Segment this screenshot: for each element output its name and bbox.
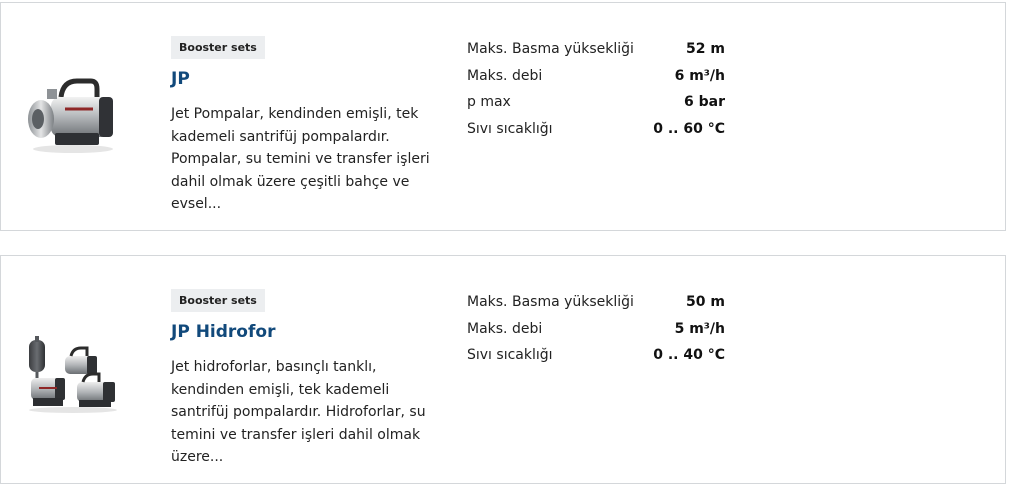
product-title[interactable]: JP [171, 69, 190, 89]
spec-label: Maks. debi [467, 67, 543, 84]
single-jet-pump-icon [28, 78, 113, 153]
spec-label: Sıvı sıcaklığı [467, 347, 553, 363]
spec-list: Maks. Basma yüksekliği 52 m Maks. debi 6… [467, 36, 725, 142]
spec-value: 0 .. 40 °C [653, 347, 725, 363]
spec-label: p max [467, 94, 511, 110]
spec-value: 52 m [686, 41, 725, 57]
booster-set-with-tank-icon [29, 336, 117, 413]
spec-value: 0 .. 60 °C [653, 120, 725, 137]
spec-row: Maks. Basma yüksekliği 52 m [467, 36, 725, 63]
jet-pump-image[interactable] [25, 75, 121, 155]
spec-label: Maks. Basma yüksekliği [467, 41, 634, 57]
spec-row: Sıvı sıcaklığı 0 .. 60 °C [467, 116, 725, 143]
spec-row: Sıvı sıcaklığı 0 .. 40 °C [467, 342, 725, 369]
spec-value: 6 bar [684, 94, 725, 110]
spec-value: 50 m [686, 294, 725, 310]
spec-value: 5 m³/h [674, 320, 725, 337]
spec-value: 6 m³/h [674, 67, 725, 84]
product-card-jp-hidrofor[interactable]: Booster sets JP Hidrofor Jet hidroforlar… [0, 255, 1006, 484]
spec-label: Sıvı sıcaklığı [467, 120, 553, 137]
spec-row: Maks. Basma yüksekliği 50 m [467, 289, 725, 316]
category-badge: Booster sets [171, 36, 265, 59]
spec-label: Maks. Basma yüksekliği [467, 294, 634, 310]
spec-label: Maks. debi [467, 320, 543, 337]
product-card-jp[interactable]: Booster sets JP Jet Pompalar, kendinden … [0, 2, 1006, 231]
spec-list: Maks. Basma yüksekliği 50 m Maks. debi 5… [467, 289, 725, 369]
spec-row: p max 6 bar [467, 89, 725, 116]
spec-row: Maks. debi 6 m³/h [467, 63, 725, 90]
category-badge: Booster sets [171, 289, 265, 312]
booster-set-image[interactable] [25, 334, 121, 414]
product-title[interactable]: JP Hidrofor [171, 322, 275, 342]
spec-row: Maks. debi 5 m³/h [467, 316, 725, 343]
product-description: Jet Pompalar, kendinden emişli, tek kade… [171, 106, 430, 212]
product-description: Jet hidroforlar, basınçlı tanklı, kendin… [171, 359, 426, 465]
